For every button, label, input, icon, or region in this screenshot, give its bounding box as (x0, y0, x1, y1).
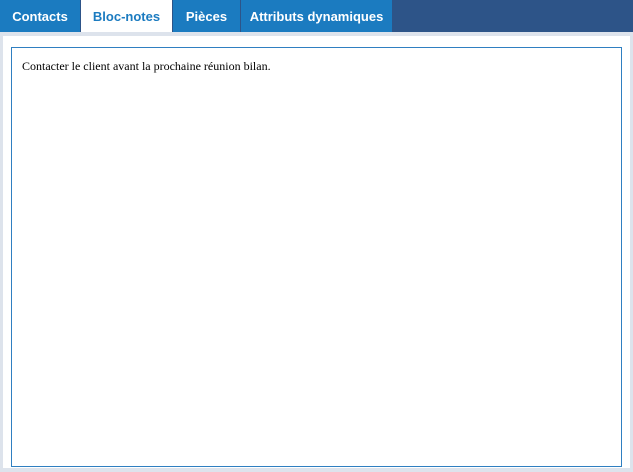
notes-textarea[interactable]: Contacter le client avant la prochaine r… (11, 47, 622, 467)
tab-panel-content: Contacter le client avant la prochaine r… (3, 36, 630, 468)
tab-bloc-notes[interactable]: Bloc-notes (81, 0, 173, 32)
tab-pieces[interactable]: Pièces (173, 0, 241, 32)
tab-contacts[interactable]: Contacts (0, 0, 81, 32)
tab-bar: Contacts Bloc-notes Pièces Attributs dyn… (0, 0, 633, 32)
tab-attributs-dynamiques[interactable]: Attributs dynamiques (241, 0, 393, 32)
tab-panel: Contacter le client avant la prochaine r… (0, 32, 633, 472)
